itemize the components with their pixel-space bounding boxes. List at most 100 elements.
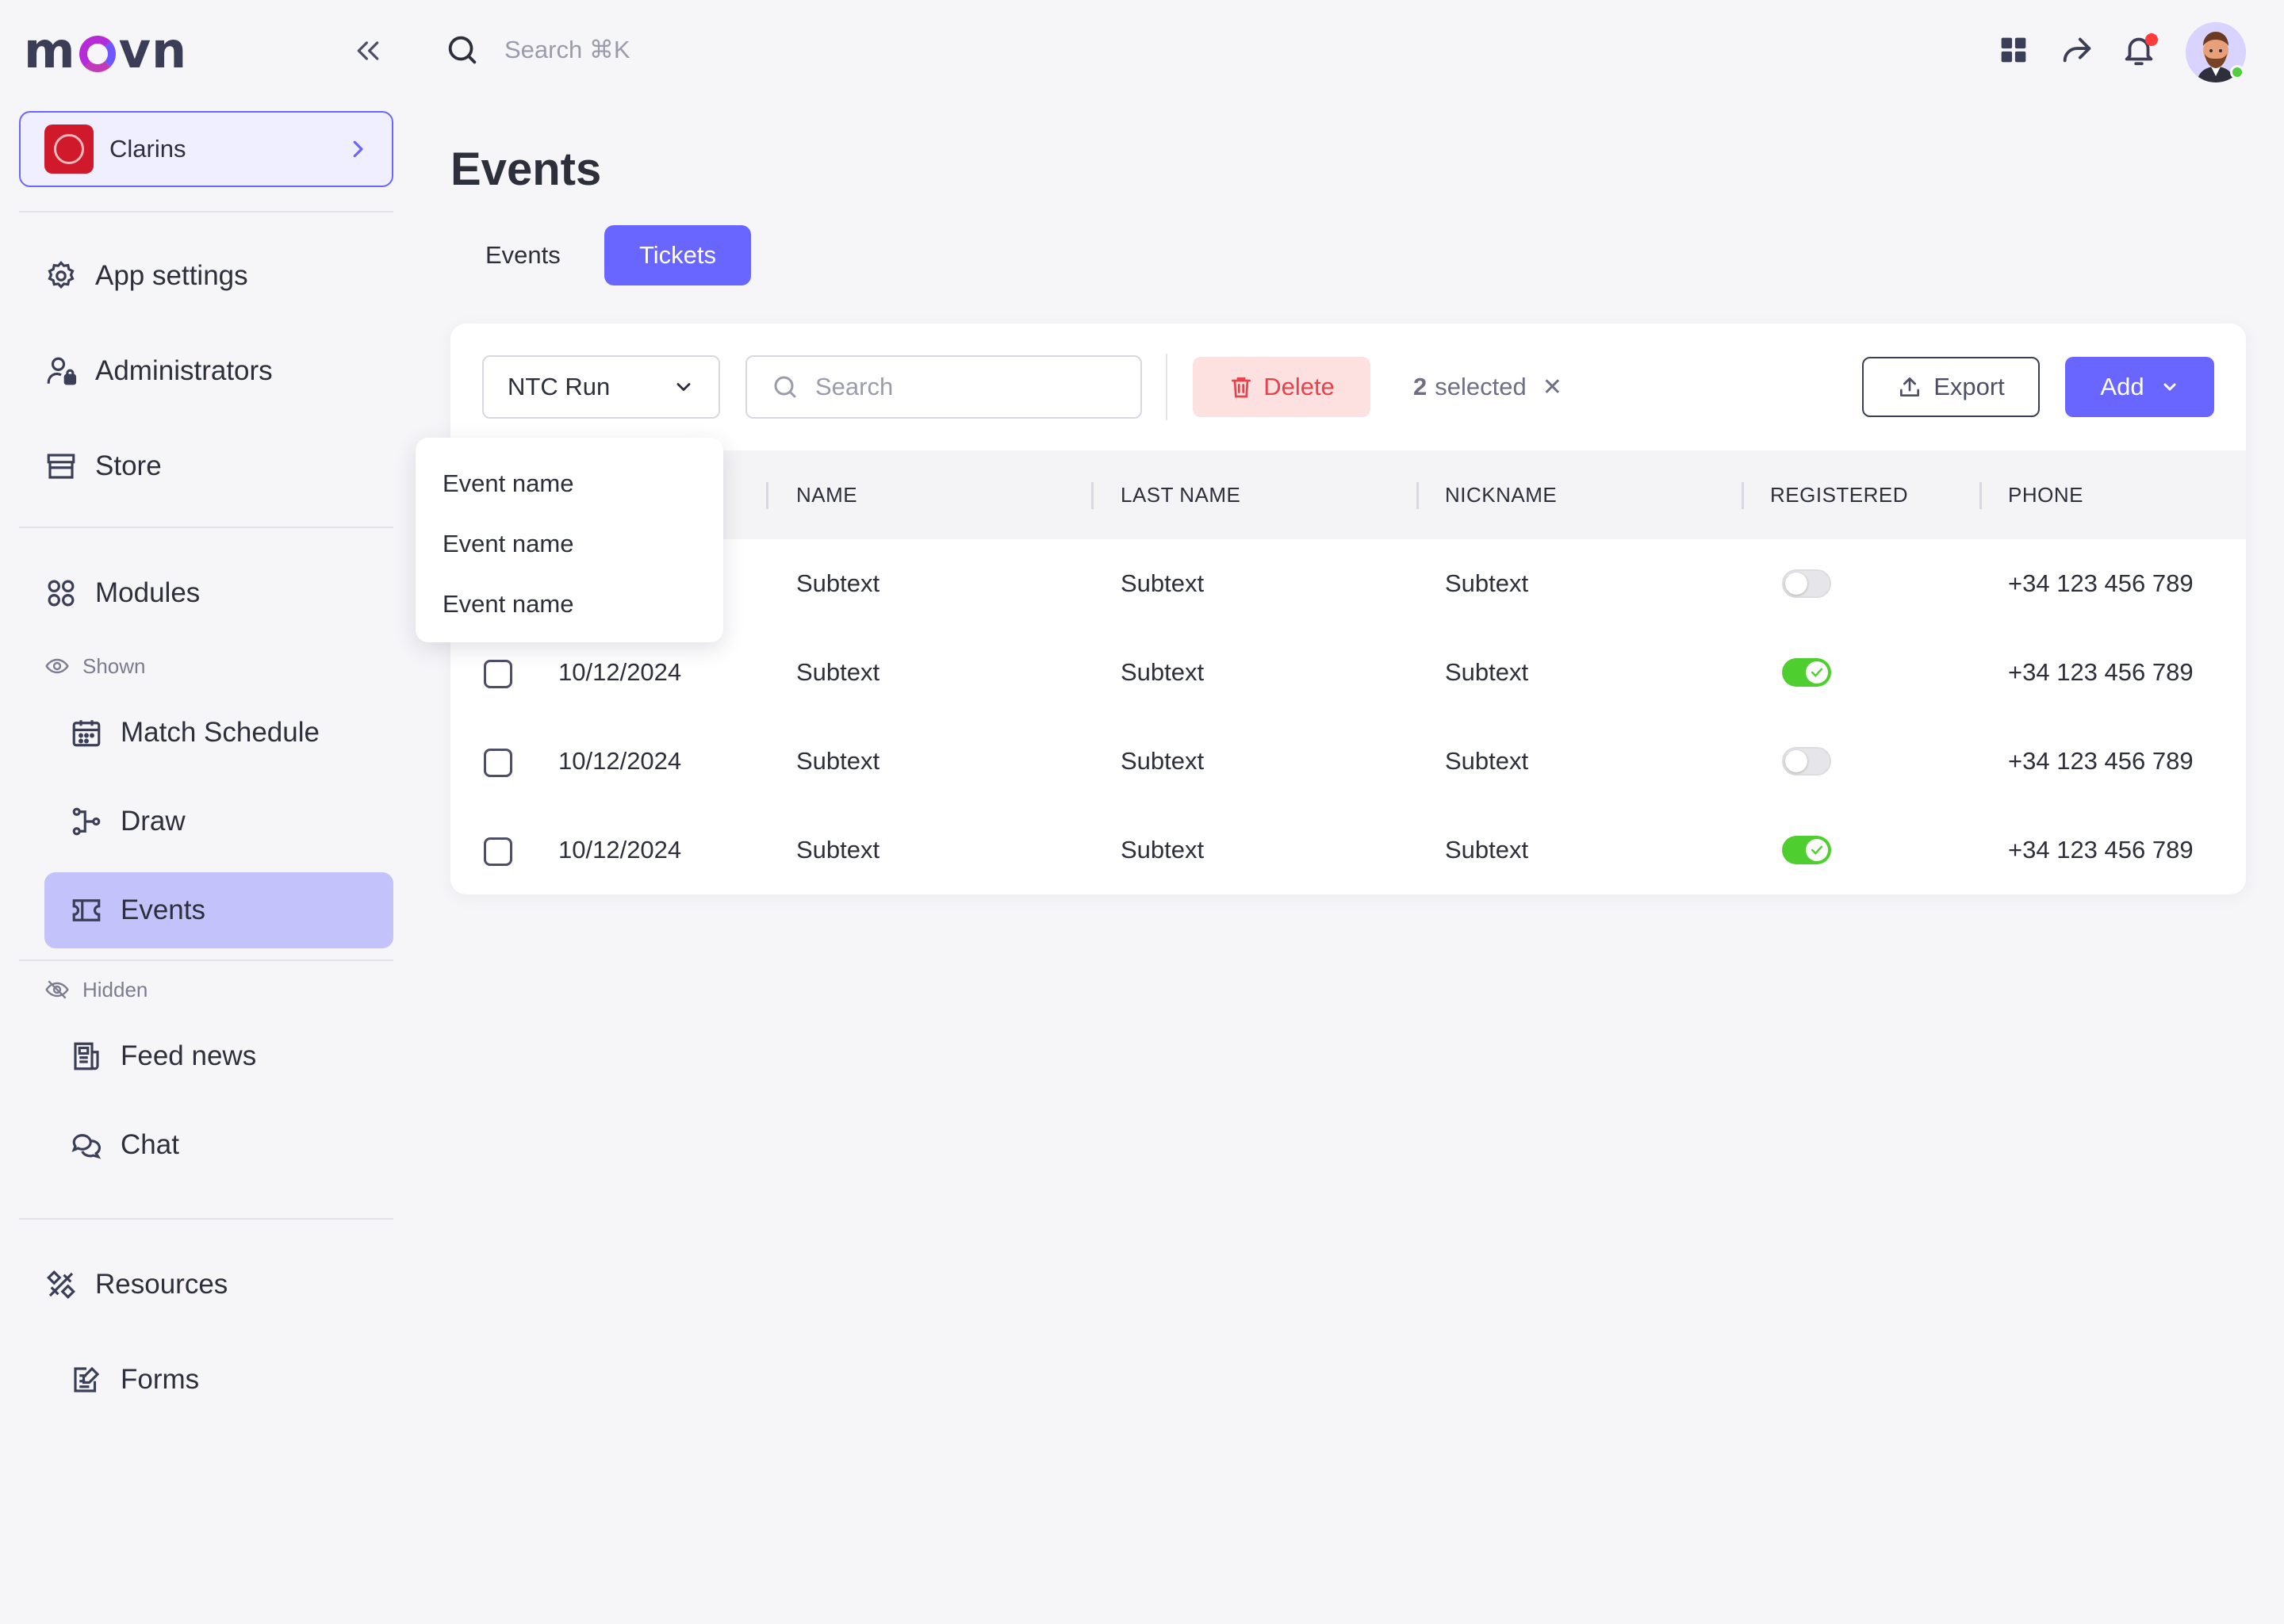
sidebar-item-events[interactable]: Events <box>44 872 393 948</box>
sidebar-item-label: Modules <box>95 577 201 608</box>
cell-name: Subtext <box>796 747 880 775</box>
registered-toggle[interactable] <box>1782 569 1831 598</box>
sidebar-divider <box>19 211 393 213</box>
event-select-value: NTC Run <box>508 373 611 400</box>
selected-text: selected <box>1435 373 1527 400</box>
dropdown-option[interactable]: Event name <box>416 454 723 514</box>
table-search[interactable] <box>745 355 1142 419</box>
modules-icon <box>48 580 75 607</box>
column-header-name[interactable]: NAME <box>796 450 857 539</box>
cell-phone: +34 123 456 789 <box>2008 747 2194 775</box>
organization-switcher[interactable]: Clarins <box>19 111 393 187</box>
cell-date: 10/12/2024 <box>558 836 682 864</box>
page-title: Events <box>450 144 602 195</box>
export-button[interactable]: Export <box>1862 357 2040 417</box>
user-lock-icon <box>47 357 77 385</box>
share-icon[interactable] <box>2059 32 2095 68</box>
upload-icon <box>1900 377 1920 396</box>
search-icon <box>774 376 796 398</box>
table-row[interactable]: 10/12/2024 Subtext Subtext Subtext +34 1… <box>450 806 2246 894</box>
sidebar-item-label: Feed news <box>121 1040 257 1071</box>
sidebar-item-administrators[interactable]: Administrators <box>44 333 273 409</box>
sidebar-item-modules[interactable]: Modules <box>44 555 200 631</box>
sidebar-item-label: Draw <box>121 806 186 837</box>
clear-selection-icon[interactable]: ✕ <box>1542 373 1562 401</box>
column-header-phone[interactable]: PHONE <box>2008 450 2083 539</box>
cell-last-name: Subtext <box>1121 658 1205 686</box>
cell-nickname: Subtext <box>1445 658 1529 686</box>
gear-icon <box>48 261 75 289</box>
logo-text-end: vn <box>118 21 188 79</box>
column-separator <box>1091 482 1094 509</box>
column-header-nickname[interactable]: NICKNAME <box>1445 450 1557 539</box>
section-shown: Shown <box>44 653 146 679</box>
row-checkbox[interactable] <box>484 837 512 866</box>
dropdown-option[interactable]: Event name <box>416 574 723 634</box>
tab-events[interactable]: Events <box>450 225 596 285</box>
chevron-right-icon <box>353 140 363 158</box>
column-separator <box>1416 482 1419 509</box>
row-checkbox[interactable] <box>484 660 512 688</box>
sidebar-item-feed-news[interactable]: Feed news <box>70 1018 256 1094</box>
cell-phone: +34 123 456 789 <box>2008 836 2194 864</box>
event-select[interactable]: NTC Run <box>482 355 720 419</box>
newspaper-icon <box>74 1042 99 1071</box>
selection-summary: 2 selected ✕ <box>1413 357 1562 417</box>
sidebar-item-label: App settings <box>95 260 248 291</box>
tools-icon <box>47 1270 75 1299</box>
check-icon <box>1811 845 1823 855</box>
cell-last-name: Subtext <box>1121 569 1205 597</box>
column-header-registered[interactable]: REGISTERED <box>1770 450 1908 539</box>
trash-icon <box>1232 377 1251 398</box>
registered-toggle[interactable] <box>1782 836 1831 864</box>
delete-button[interactable]: Delete <box>1193 357 1370 417</box>
table-search-input[interactable] <box>815 373 1117 401</box>
sidebar-item-app-settings[interactable]: App settings <box>44 238 248 314</box>
chat-icon <box>71 1134 102 1159</box>
ticket-icon <box>72 899 101 921</box>
bracket-icon <box>72 807 101 836</box>
grid-icon[interactable] <box>1995 32 2032 68</box>
calendar-icon <box>72 720 101 747</box>
table-row[interactable]: 10/12/2024 Subtext Subtext Subtext +34 1… <box>450 717 2246 806</box>
cell-nickname: Subtext <box>1445 569 1529 597</box>
sidebar-divider <box>19 959 393 961</box>
cell-name: Subtext <box>796 658 880 686</box>
cell-phone: +34 123 456 789 <box>2008 569 2194 597</box>
movn-logo[interactable]: m vn <box>24 21 188 79</box>
sidebar-item-match-schedule[interactable]: Match Schedule <box>70 695 320 771</box>
chevron-down-icon <box>2163 383 2176 391</box>
cell-date: 10/12/2024 <box>558 747 682 775</box>
column-separator <box>1979 482 1982 509</box>
sidebar-item-chat[interactable]: Chat <box>70 1107 179 1183</box>
column-header-last-name[interactable]: LAST NAME <box>1121 450 1240 539</box>
organization-name: Clarins <box>109 135 186 163</box>
registered-toggle[interactable] <box>1782 747 1831 776</box>
sidebar-item-store[interactable]: Store <box>44 428 162 504</box>
sidebar-item-resources[interactable]: Resources <box>44 1247 228 1323</box>
tab-tickets[interactable]: Tickets <box>604 225 752 285</box>
add-button[interactable]: Add <box>2065 357 2214 417</box>
row-checkbox[interactable] <box>484 749 512 777</box>
export-label: Export <box>1933 373 2005 400</box>
store-icon <box>47 454 75 479</box>
collapse-sidebar-icon[interactable] <box>352 35 384 67</box>
check-icon <box>1811 668 1823 677</box>
sidebar-item-forms[interactable]: Forms <box>70 1342 199 1418</box>
table-row[interactable]: 10/12/2024 Subtext Subtext Subtext +34 1… <box>450 628 2246 717</box>
delete-label: Delete <box>1263 373 1335 400</box>
global-search[interactable] <box>444 32 822 68</box>
sidebar-item-label: Forms <box>121 1364 200 1395</box>
toolbar-divider <box>1166 354 1167 420</box>
column-separator <box>766 482 768 509</box>
dropdown-option[interactable]: Event name <box>416 514 723 574</box>
cell-phone: +34 123 456 789 <box>2008 658 2194 686</box>
registered-toggle[interactable] <box>1782 658 1831 687</box>
global-search-input[interactable] <box>504 36 822 64</box>
cell-name: Subtext <box>796 569 880 597</box>
section-hidden: Hidden <box>44 977 148 1002</box>
sidebar-item-draw[interactable]: Draw <box>70 783 186 860</box>
sidebar-item-label: Chat <box>121 1129 179 1160</box>
section-label: Hidden <box>82 977 148 1002</box>
cell-last-name: Subtext <box>1121 747 1205 775</box>
